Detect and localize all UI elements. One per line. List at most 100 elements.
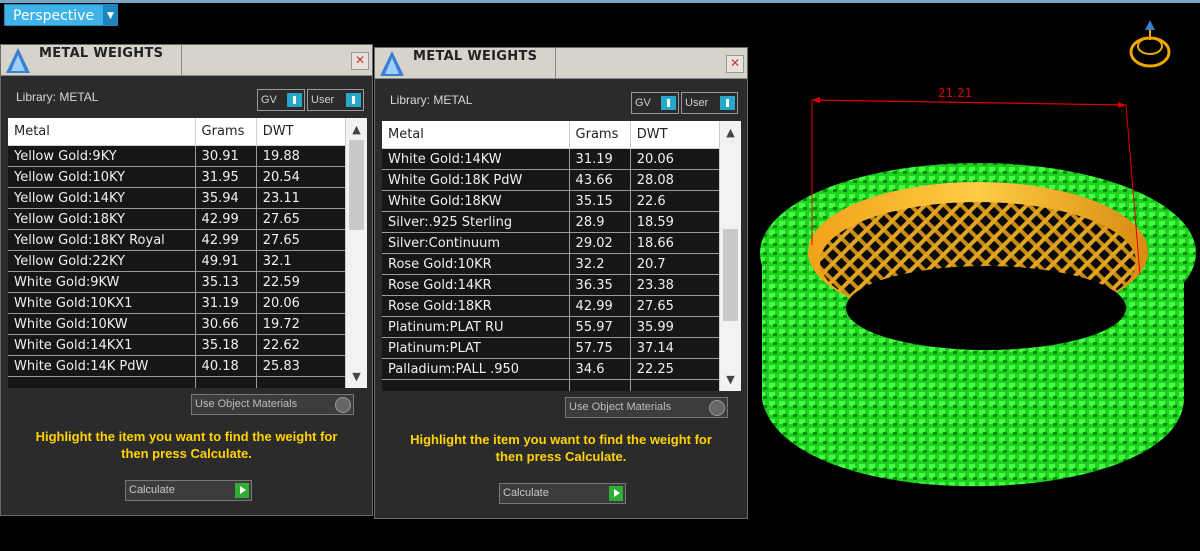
close-icon[interactable]: ✕	[726, 55, 744, 73]
metal-cell: Rose Gold:18KR	[382, 295, 570, 317]
library-label: Library: METAL	[16, 90, 99, 104]
table-row[interactable]: Platinum:PLAT 57.75 37.14	[382, 337, 721, 359]
gv-toggle-label: GV	[635, 97, 651, 109]
metal-cell: Yellow Gold:22KY	[8, 250, 196, 272]
metal-cell: Yellow Gold:9KY	[8, 145, 196, 167]
grams-cell: 36.35	[569, 274, 631, 296]
metal-cell: White Gold:14KW	[382, 148, 570, 170]
metal-table: Metal Grams DWT Yellow Gold:9KY 30.91 19.8…	[8, 118, 367, 388]
calculate-button[interactable]: Calculate	[499, 483, 626, 504]
dwt-cell: 20.7	[630, 253, 721, 275]
dwt-cell: 20.06	[256, 292, 347, 314]
toggle-switch-icon	[287, 93, 302, 107]
grams-cell: 43.66	[569, 169, 631, 191]
table-row[interactable]: White Gold:14KX1 35.18 22.62	[8, 334, 347, 356]
column-header-metal[interactable]: Metal	[8, 118, 196, 146]
calculate-label: Calculate	[503, 487, 549, 499]
chevron-down-icon[interactable]: ▼	[104, 4, 118, 26]
dwt-cell: 22.59	[256, 271, 347, 293]
table-row[interactable]: Yellow Gold:22KY 49.91 32.1	[8, 250, 347, 272]
table-row[interactable]: Yellow Gold:18KY Royal 42.99 27.65	[8, 229, 347, 251]
toggle-switch-icon	[661, 96, 676, 110]
grams-cell: 57.75	[569, 337, 631, 359]
scroll-up-icon[interactable]: ▲	[346, 121, 367, 139]
table-row[interactable]	[382, 379, 721, 391]
toggle-knob-icon	[335, 397, 351, 413]
panel-titlebar[interactable]: METAL WEIGHTS ✕	[1, 45, 372, 76]
dwt-cell: 22.62	[256, 334, 347, 356]
use-object-materials-toggle[interactable]: Use Object Materials	[191, 394, 354, 415]
gv-toggle-label: GV	[261, 94, 277, 106]
column-header-metal[interactable]: Metal	[382, 121, 570, 149]
grams-cell: 40.18	[195, 355, 257, 377]
use-object-materials-toggle[interactable]: Use Object Materials	[565, 397, 728, 418]
table-row[interactable]: Palladium:PALL .950 34.6 22.25	[382, 358, 721, 380]
table-row[interactable]: Yellow Gold:18KY 42.99 27.65	[8, 208, 347, 230]
orientation-gizmo-icon[interactable]	[1126, 18, 1176, 74]
table-row[interactable]: White Gold:9KW 35.13 22.59	[8, 271, 347, 293]
scrollbar-thumb[interactable]	[349, 140, 364, 230]
toggle-switch-icon	[346, 93, 361, 107]
metal-cell: White Gold:18K PdW	[382, 169, 570, 191]
table-row[interactable]: White Gold:14KW 31.19 20.06	[382, 148, 721, 170]
grams-cell: 29.02	[569, 232, 631, 254]
table-row[interactable]: Silver:Continuum 29.02 18.66	[382, 232, 721, 254]
table-row[interactable]: Platinum:PLAT RU 55.97 35.99	[382, 316, 721, 338]
scroll-up-icon[interactable]: ▲	[720, 124, 741, 142]
grams-cell: 49.91	[195, 250, 257, 272]
panel-titlebar[interactable]: METAL WEIGHTS ✕	[375, 48, 747, 79]
gv-toggle[interactable]: GV	[257, 89, 305, 111]
metal-cell: Yellow Gold:10KY	[8, 166, 196, 188]
table-row[interactable]: White Gold:14K PdW 40.18 25.83	[8, 355, 347, 377]
metal-cell: Yellow Gold:14KY	[8, 187, 196, 209]
table-scrollbar[interactable]: ▲ ▼	[719, 121, 741, 391]
instruction-text: Highlight the item you want to find the …	[1, 428, 372, 462]
table-scrollbar[interactable]: ▲ ▼	[345, 118, 367, 388]
metal-cell: White Gold:10KX1	[8, 292, 196, 314]
panel-title: METAL WEIGHTS	[413, 49, 538, 64]
table-row[interactable]: Yellow Gold:14KY 35.94 23.11	[8, 187, 347, 209]
metal-cell: Rose Gold:14KR	[382, 274, 570, 296]
table-row[interactable]: White Gold:10KX1 31.19 20.06	[8, 292, 347, 314]
metal-cell: Rose Gold:10KR	[382, 253, 570, 275]
scrollbar-thumb[interactable]	[723, 229, 738, 321]
metal-cell: Platinum:PLAT	[382, 337, 570, 359]
scroll-down-icon[interactable]: ▼	[720, 371, 741, 389]
view-mode-dropdown[interactable]: Perspective ▼	[4, 4, 118, 26]
titlebar-divider	[555, 48, 556, 78]
grams-cell: 42.99	[195, 208, 257, 230]
table-row[interactable]: White Gold:10KW 30.66 19.72	[8, 313, 347, 335]
calculate-button[interactable]: Calculate	[125, 480, 252, 501]
metal-cell: White Gold:9KW	[8, 271, 196, 293]
play-icon	[609, 486, 623, 501]
grams-cell: 35.94	[195, 187, 257, 209]
table-row[interactable]: Rose Gold:18KR 42.99 27.65	[382, 295, 721, 317]
toggle-switch-icon	[720, 96, 735, 110]
close-icon[interactable]: ✕	[351, 52, 369, 70]
table-row[interactable]: Rose Gold:10KR 32.2 20.7	[382, 253, 721, 275]
table-row[interactable]: Yellow Gold:10KY 31.95 20.54	[8, 166, 347, 188]
gv-toggle[interactable]: GV	[631, 92, 679, 114]
app-logo-icon	[380, 51, 404, 76]
metal-cell: Platinum:PLAT RU	[382, 316, 570, 338]
table-row[interactable]	[8, 376, 347, 388]
column-header-dwt[interactable]: DWT	[256, 118, 347, 146]
user-toggle[interactable]: User	[307, 89, 364, 111]
scroll-down-icon[interactable]: ▼	[346, 368, 367, 386]
play-icon	[235, 483, 249, 498]
use-object-materials-label: Use Object Materials	[195, 398, 298, 410]
dwt-cell: 28.08	[630, 169, 721, 191]
table-row[interactable]: White Gold:18KW 35.15 22.6	[382, 190, 721, 212]
table-row[interactable]: Silver:.925 Sterling 28.9 18.59	[382, 211, 721, 233]
column-header-dwt[interactable]: DWT	[630, 121, 721, 149]
view-mode-label: Perspective	[4, 4, 104, 26]
grams-cell: 55.97	[569, 316, 631, 338]
table-row[interactable]: Rose Gold:14KR 36.35 23.38	[382, 274, 721, 296]
user-toggle[interactable]: User	[681, 92, 738, 114]
column-header-grams[interactable]: Grams	[569, 121, 631, 149]
table-row[interactable]: Yellow Gold:9KY 30.91 19.88	[8, 145, 347, 167]
ring-3d-viewport[interactable]: 21.21	[748, 40, 1200, 551]
column-header-grams[interactable]: Grams	[195, 118, 257, 146]
grams-cell: 30.91	[195, 145, 257, 167]
table-row[interactable]: White Gold:18K PdW 43.66 28.08	[382, 169, 721, 191]
